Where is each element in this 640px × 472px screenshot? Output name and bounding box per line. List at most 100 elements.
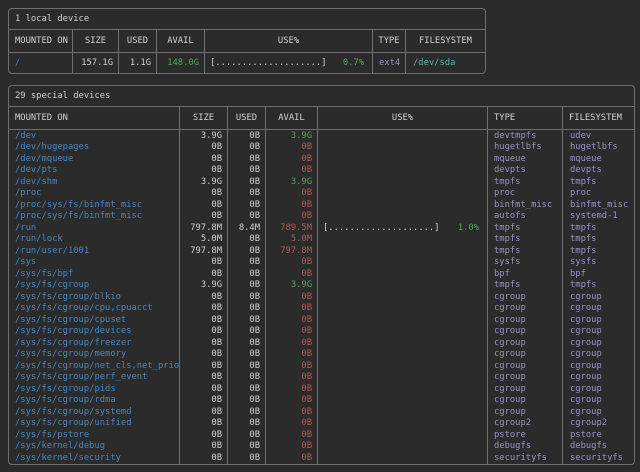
used-value: 0B	[228, 395, 266, 407]
used-value: 0B	[228, 383, 266, 395]
filesystem-name: tmpfs	[563, 280, 634, 292]
column-header-type: TYPE	[488, 107, 563, 129]
mount-point: /proc/sys/fs/binfmt_misc	[9, 211, 180, 223]
avail-value: 797.8M	[266, 245, 318, 257]
column-header-mounted-on: MOUNTED ON	[9, 107, 180, 129]
size-value: 0B	[180, 188, 228, 200]
size-value: 0B	[180, 441, 228, 453]
fs-type: cgroup	[488, 395, 563, 407]
avail-value: 0B	[266, 441, 318, 453]
usage-cell	[318, 199, 488, 211]
fs-type: securityfs	[488, 452, 563, 464]
filesystem-name: debugfs	[563, 441, 634, 453]
fs-type: tmpfs	[488, 234, 563, 246]
filesystem-name: udev	[563, 130, 634, 142]
size-value: 0B	[180, 429, 228, 441]
fs-type: ext4	[373, 53, 406, 73]
filesystem-name: cgroup	[563, 395, 634, 407]
fs-type: cgroup	[488, 383, 563, 395]
usage-cell	[318, 429, 488, 441]
fs-type: cgroup	[488, 406, 563, 418]
avail-value: 0B	[266, 303, 318, 315]
size-value: 0B	[180, 360, 228, 372]
filesystem-name: pstore	[563, 429, 634, 441]
used-value: 0B	[228, 268, 266, 280]
filesystem-name: systemd-1	[563, 211, 634, 223]
usage-cell	[318, 372, 488, 384]
size-value: 0B	[180, 199, 228, 211]
used-value: 0B	[228, 337, 266, 349]
used-value: 0B	[228, 130, 266, 142]
used-value: 0B	[228, 234, 266, 246]
used-value: 0B	[228, 176, 266, 188]
column-header-size: SIZE	[73, 30, 119, 52]
used-value: 0B	[228, 360, 266, 372]
usage-bar: [....................]	[210, 58, 327, 68]
used-value: 8.4M	[228, 222, 266, 234]
usage-cell: [....................]0.7%	[205, 53, 373, 73]
column-header-filesystem: FILESYSTEM	[563, 107, 634, 129]
size-value: 0B	[180, 326, 228, 338]
usage-cell	[318, 303, 488, 315]
size-value: 0B	[180, 383, 228, 395]
filesystem-name: cgroup	[563, 314, 634, 326]
usage-cell	[318, 142, 488, 154]
size-value: 0B	[180, 257, 228, 269]
mount-point: /sys/fs/cgroup/cpuset	[9, 314, 180, 326]
mount-point: /	[9, 53, 73, 73]
mount-point: /run/lock	[9, 234, 180, 246]
filesystem-name: hugetlbfs	[563, 142, 634, 154]
usage-cell	[318, 188, 488, 200]
size-value: 3.9G	[180, 176, 228, 188]
fs-type: cgroup	[488, 291, 563, 303]
filesystem-name: mqueue	[563, 153, 634, 165]
usage-cell	[318, 360, 488, 372]
filesystem-name: cgroup	[563, 349, 634, 361]
used-value: 0B	[228, 291, 266, 303]
filesystem-name: proc	[563, 188, 634, 200]
used-value: 1.1G	[119, 53, 157, 73]
filesystem-name: tmpfs	[563, 176, 634, 188]
size-value: 0B	[180, 142, 228, 154]
avail-value: 0B	[266, 429, 318, 441]
usage-cell	[318, 406, 488, 418]
used-value: 0B	[228, 211, 266, 223]
column-header-used: USED	[228, 107, 266, 129]
size-value: 797.8M	[180, 245, 228, 257]
avail-value: 0B	[266, 337, 318, 349]
size-value: 0B	[180, 406, 228, 418]
avail-value: 0B	[266, 142, 318, 154]
usage-cell	[318, 176, 488, 188]
avail-value: 0B	[266, 188, 318, 200]
used-value: 0B	[228, 406, 266, 418]
filesystem-name: cgroup	[563, 326, 634, 338]
size-value: 0B	[180, 395, 228, 407]
fs-type: cgroup	[488, 314, 563, 326]
fs-type: cgroup	[488, 303, 563, 315]
used-value: 0B	[228, 153, 266, 165]
used-value: 0B	[228, 280, 266, 292]
fs-type: cgroup	[488, 326, 563, 338]
column-header-avail: AVAIL	[266, 107, 318, 129]
usage-percent: 1.0%	[458, 223, 479, 233]
column-header-use-percent: USE%	[318, 107, 488, 129]
mount-point: /sys/fs/cgroup/blkio	[9, 291, 180, 303]
fs-type: sysfs	[488, 257, 563, 269]
avail-value: 0B	[266, 372, 318, 384]
column-header-used: USED	[119, 30, 157, 52]
used-value: 0B	[228, 429, 266, 441]
table-body-special: /dev3.9G0B3.9Gdevtmpfsudev/dev/hugepages…	[9, 130, 634, 464]
used-value: 0B	[228, 188, 266, 200]
filesystem-name: cgroup	[563, 303, 634, 315]
column-header-type: TYPE	[373, 30, 406, 52]
filesystem-name: cgroup	[563, 337, 634, 349]
filesystem-name: devpts	[563, 165, 634, 177]
avail-value: 789.5M	[266, 222, 318, 234]
used-value: 0B	[228, 314, 266, 326]
usage-bar: [....................]	[323, 223, 440, 233]
local-device-table: 1 local device MOUNTED ON SIZE USED AVAI…	[8, 8, 486, 74]
avail-value: 0B	[266, 452, 318, 464]
used-value: 0B	[228, 245, 266, 257]
mount-point: /sys/kernel/security	[9, 452, 180, 464]
avail-value: 3.9G	[266, 176, 318, 188]
